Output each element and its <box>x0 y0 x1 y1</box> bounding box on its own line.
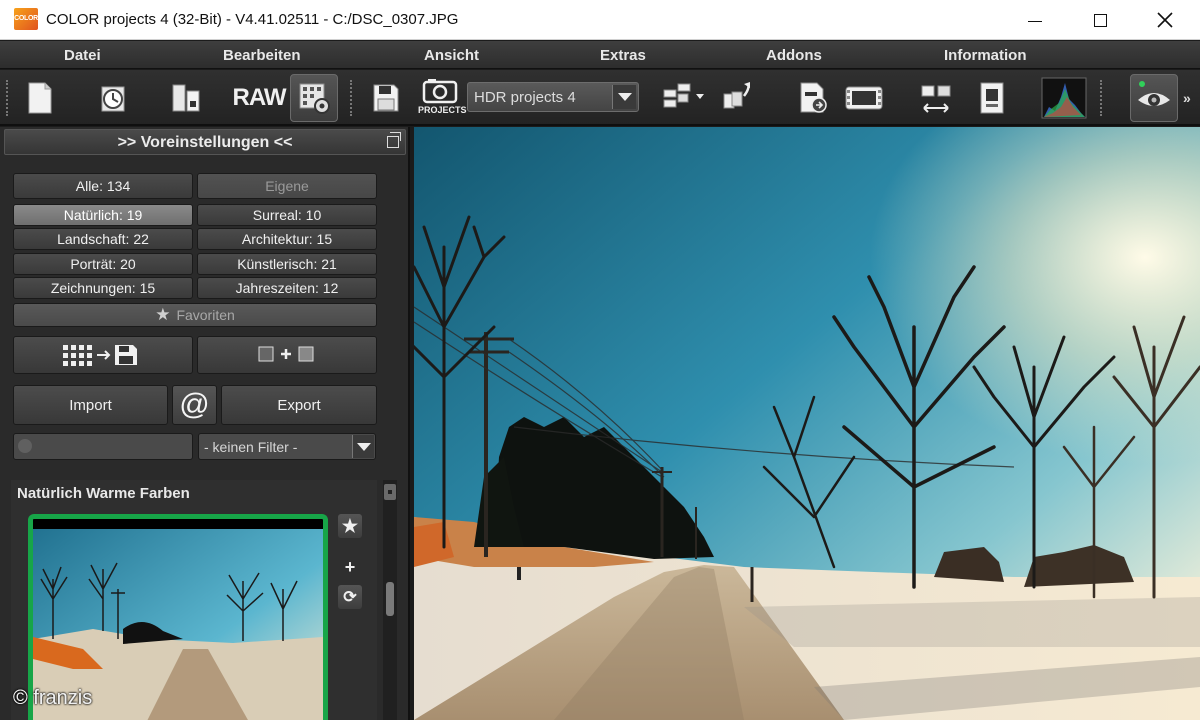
menu-datei[interactable]: Datei <box>64 47 101 64</box>
info-document-icon <box>980 82 1004 114</box>
app-window: COLOR COLOR projects 4 (32-Bit) - V4.41.… <box>0 0 1200 720</box>
export-images-button[interactable] <box>714 74 762 122</box>
close-button[interactable] <box>1142 0 1188 40</box>
presets-panel: >> Voreinstellungen << Alle: 134 Eigene … <box>0 127 410 720</box>
scrollbar-top-button[interactable] <box>384 484 396 500</box>
filmstrip-button[interactable] <box>840 74 888 122</box>
file-send-button[interactable] <box>790 74 838 122</box>
preset-scrollbar[interactable] <box>383 480 397 720</box>
toolbar-overflow-icon[interactable]: » <box>1183 90 1191 106</box>
batch-icon <box>663 83 704 108</box>
search-icon <box>18 439 32 453</box>
projects-label: PROJECTS <box>418 105 467 115</box>
chevron-down-icon[interactable] <box>352 435 374 458</box>
compare-button[interactable] <box>912 74 960 122</box>
menu-extras[interactable]: Extras <box>600 47 646 64</box>
favorites-button[interactable]: ★ Favoriten <box>13 303 377 327</box>
settings-grid-icon <box>299 83 330 114</box>
maximize-icon <box>1093 13 1107 27</box>
menu-addons[interactable]: Addons <box>766 47 822 64</box>
minimize-icon <box>1028 20 1042 22</box>
refresh-icon[interactable]: ⟳ <box>338 585 362 609</box>
category-natuerlich[interactable]: Natürlich: 19 <box>13 204 193 226</box>
preset-list: Natürlich Warme Farben ★ + ⟳ <box>11 480 377 720</box>
file-send-icon <box>800 82 827 113</box>
raw-button[interactable]: RAW <box>232 74 287 122</box>
save-icon <box>373 84 399 112</box>
add-icon[interactable]: + <box>338 555 362 579</box>
toolbar: RAW PROJECTS HDR projects 4 » <box>0 70 1200 126</box>
category-kuenstlerisch[interactable]: Künstlerisch: 21 <box>197 253 377 275</box>
preset-select-value: HDR projects 4 <box>474 89 576 106</box>
save-button[interactable] <box>362 74 410 122</box>
category-portraet[interactable]: Porträt: 20 <box>13 253 193 275</box>
menu-bar: Datei Bearbeiten Ansicht Extras Addons I… <box>0 41 1200 69</box>
preview-photo <box>414 127 1200 720</box>
merge-presets-button[interactable] <box>197 336 377 374</box>
filmstrip-icon <box>845 86 883 110</box>
minimize-button[interactable] <box>1012 0 1058 40</box>
category-alle[interactable]: Alle: 134 <box>13 173 193 199</box>
app-logo-icon: COLOR <box>14 8 38 30</box>
menu-bearbeiten[interactable]: Bearbeiten <box>223 47 301 64</box>
preview-eye-icon <box>1138 81 1170 106</box>
category-architektur[interactable]: Architektur: 15 <box>197 228 377 250</box>
filter-select[interactable]: - keinen Filter - <box>198 433 376 460</box>
preset-select[interactable]: HDR projects 4 <box>467 82 639 112</box>
info-document-button[interactable] <box>968 74 1016 122</box>
toolbar-separator <box>350 80 352 116</box>
preview-toggle-button[interactable] <box>1130 74 1178 122</box>
grid-to-save-button[interactable] <box>13 336 193 374</box>
filter-select-value: - keinen Filter - <box>204 439 298 455</box>
toolbar-grip[interactable] <box>6 80 8 116</box>
projects-button[interactable]: PROJECTS <box>416 74 467 122</box>
new-document-button[interactable] <box>16 74 64 122</box>
toolbar-separator <box>1100 80 1102 116</box>
grid-save-icon <box>63 345 137 366</box>
category-jahreszeiten[interactable]: Jahreszeiten: 12 <box>197 277 377 299</box>
maximize-button[interactable] <box>1077 0 1123 40</box>
favorites-label: Favoriten <box>176 307 235 323</box>
menu-ansicht[interactable]: Ansicht <box>424 47 479 64</box>
open-file-icon <box>172 84 200 112</box>
close-icon <box>1157 12 1173 28</box>
window-title: COLOR projects 4 (32-Bit) - V4.41.02511 … <box>46 11 459 28</box>
histogram-icon <box>1041 77 1087 119</box>
export-button[interactable]: Export <box>221 385 377 425</box>
presets-panel-title: >> Voreinstellungen << <box>117 134 293 151</box>
image-preview[interactable] <box>414 127 1200 720</box>
category-zeichnungen[interactable]: Zeichnungen: 15 <box>13 277 193 299</box>
star-icon: ★ <box>155 305 171 324</box>
at-button[interactable]: @ <box>172 385 217 425</box>
preset-name: Natürlich Warme Farben <box>17 485 190 502</box>
new-document-icon <box>28 82 52 114</box>
raw-icon: RAW <box>232 84 287 111</box>
copyright-watermark: © franzis <box>13 687 93 709</box>
search-input[interactable] <box>13 433 193 460</box>
chevron-down-icon[interactable] <box>612 85 636 109</box>
batch-button[interactable] <box>658 74 706 122</box>
presets-panel-header: >> Voreinstellungen << <box>4 129 406 155</box>
favorite-star-icon[interactable]: ★ <box>338 514 362 538</box>
open-file-button[interactable] <box>162 74 210 122</box>
export-icon <box>723 82 750 109</box>
import-button[interactable]: Import <box>13 385 168 425</box>
history-icon <box>101 86 125 112</box>
title-bar: COLOR COLOR projects 4 (32-Bit) - V4.41.… <box>0 0 1200 40</box>
menu-information[interactable]: Information <box>944 47 1027 64</box>
merge-icon <box>258 346 314 362</box>
settings-grid-button[interactable] <box>290 74 338 122</box>
scrollbar-thumb[interactable] <box>386 582 394 616</box>
category-eigene[interactable]: Eigene <box>197 173 377 199</box>
history-button[interactable] <box>89 74 137 122</box>
compare-icon <box>921 85 951 113</box>
category-surreal[interactable]: Surreal: 10 <box>197 204 377 226</box>
category-landschaft[interactable]: Landschaft: 22 <box>13 228 193 250</box>
histogram-button[interactable] <box>1040 74 1088 122</box>
undock-icon[interactable] <box>387 132 401 148</box>
